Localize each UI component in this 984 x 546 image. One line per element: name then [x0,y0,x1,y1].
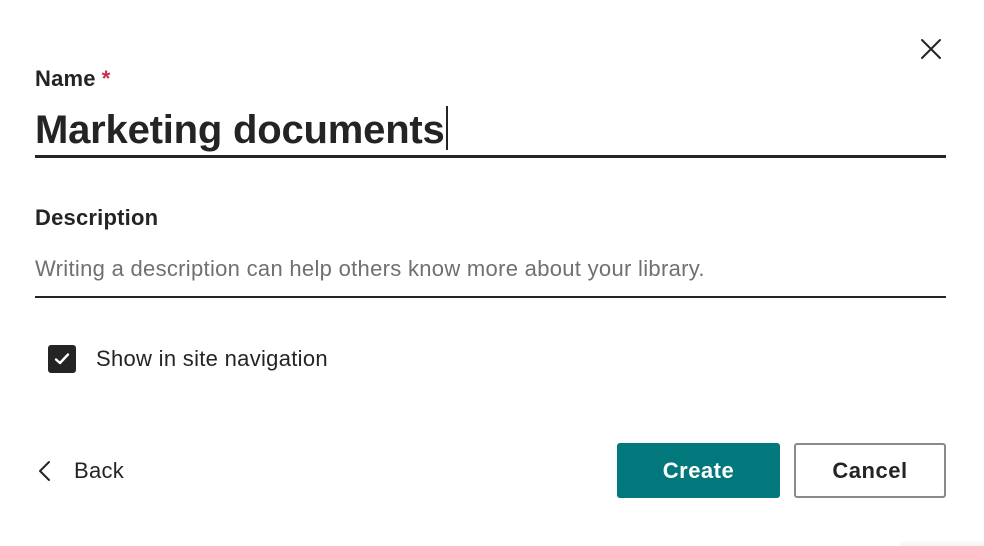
cancel-button[interactable]: Cancel [794,443,946,498]
name-label: Name * [35,66,111,92]
close-button[interactable] [914,32,948,66]
show-in-navigation-checkbox[interactable] [48,345,76,373]
close-icon [921,39,941,59]
back-button[interactable]: Back [36,450,124,492]
show-in-navigation-label[interactable]: Show in site navigation [96,346,328,372]
show-in-navigation-option[interactable]: Show in site navigation [48,345,328,373]
name-field[interactable]: Marketing documents [35,104,946,158]
create-library-dialog: Name * Marketing documents Description Wr… [0,0,984,546]
chevron-left-icon [39,461,50,481]
create-button[interactable]: Create [617,443,780,498]
required-indicator: * [101,66,111,91]
page-edge-shadow [900,540,984,546]
text-caret [445,106,448,150]
back-label[interactable]: Back [74,458,124,484]
description-label: Description [35,205,159,230]
description-field[interactable]: Writing a description can help others kn… [35,250,946,298]
checkmark-icon [54,353,70,365]
description-placeholder[interactable]: Writing a description can help others kn… [35,256,705,281]
name-label-text: Name [35,66,96,91]
name-input-value[interactable]: Marketing documents [35,104,445,156]
